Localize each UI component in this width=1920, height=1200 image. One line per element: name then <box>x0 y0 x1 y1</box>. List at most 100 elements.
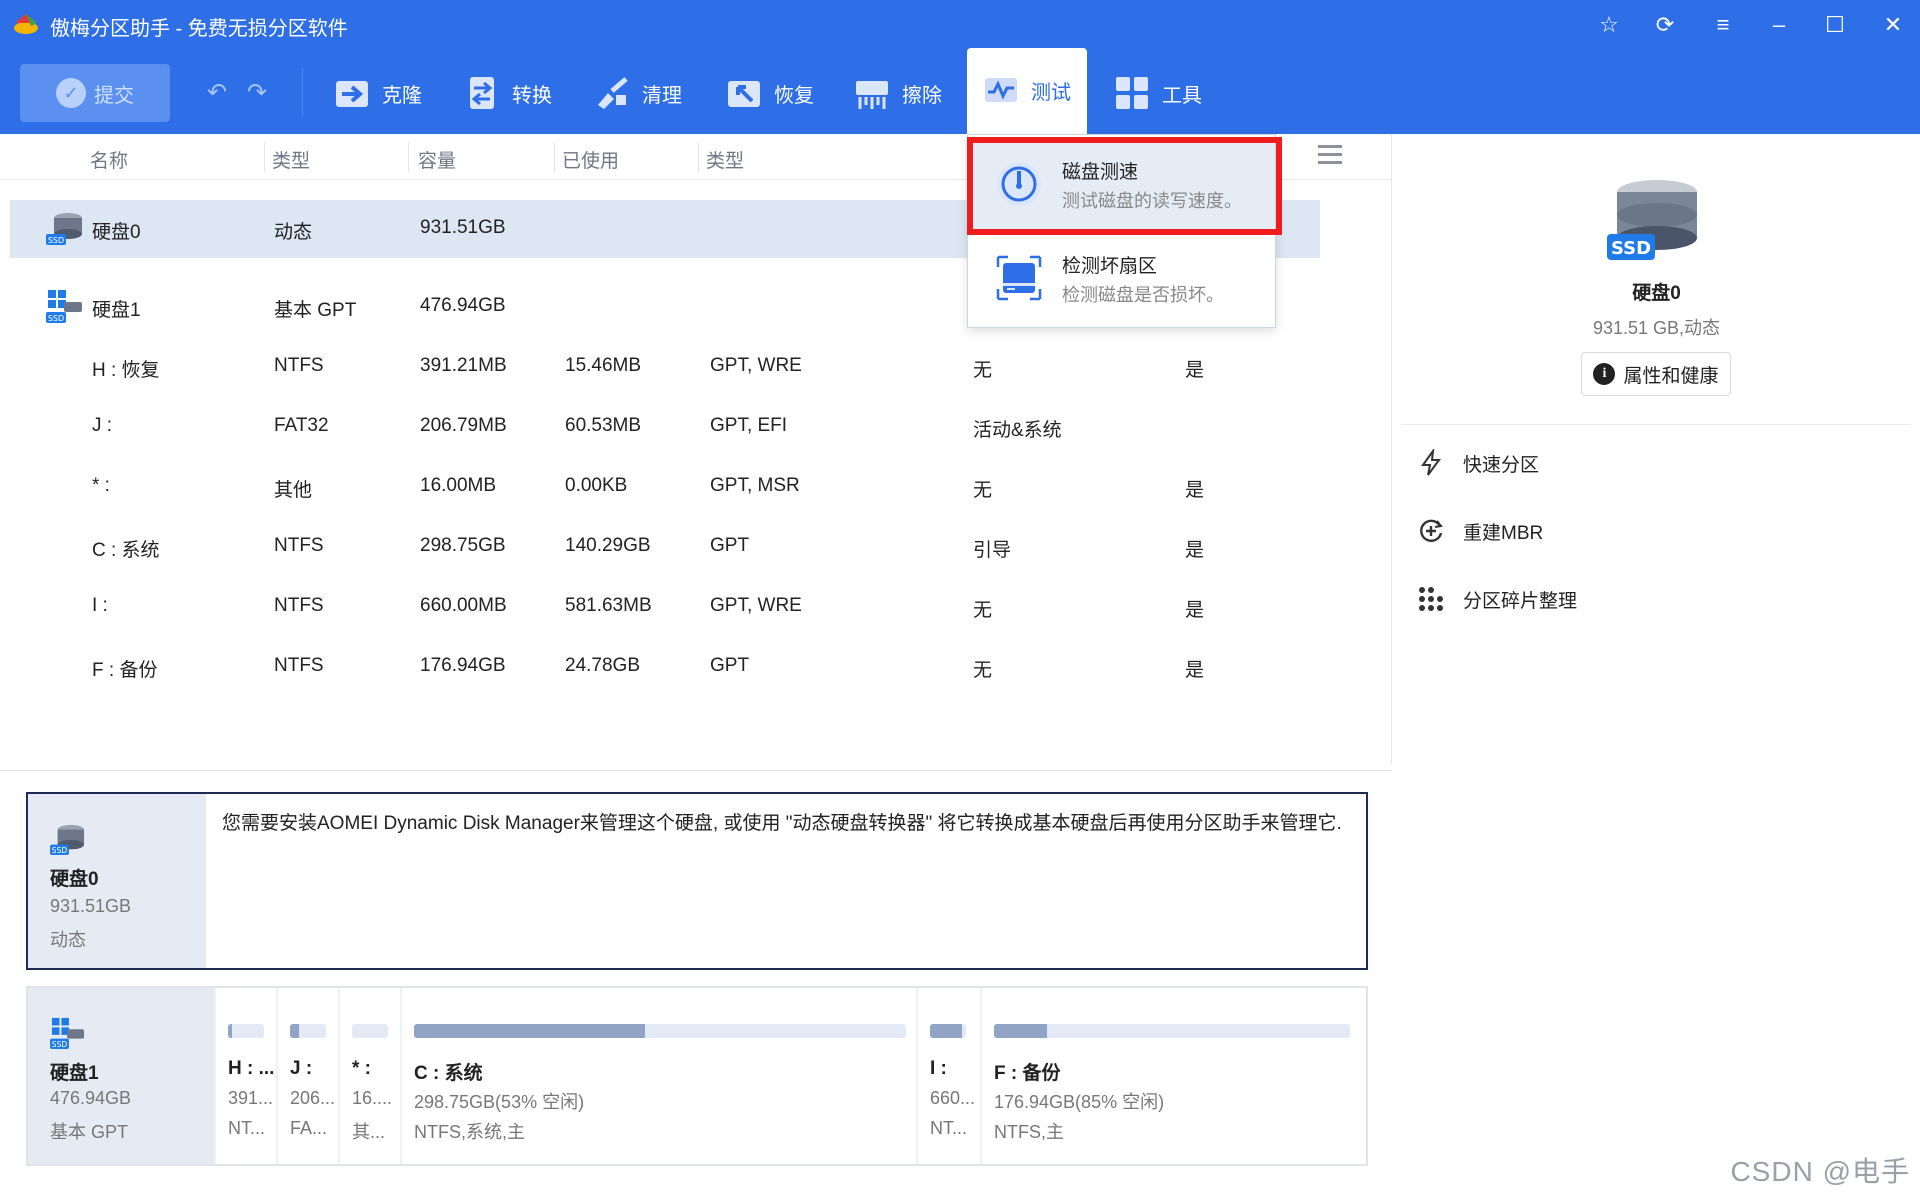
tool-test-label: 测试 <box>1031 81 1071 104</box>
disk-description: 931.51 GB,动态 <box>1592 318 1721 338</box>
favorite-icon[interactable]: ☆ <box>1592 10 1626 40</box>
redo-icon[interactable]: ↷ <box>242 78 272 108</box>
partition-block[interactable]: I : 660... NT... <box>916 988 980 1164</box>
menu-icon[interactable]: ≡ <box>1706 10 1740 40</box>
partition-capacity: 176.94GB <box>420 655 506 676</box>
maximize-button[interactable]: ☐ <box>1818 10 1852 40</box>
partition-row[interactable]: * : 其他 16.00MB 0.00KB GPT, MSR 无 是 <box>10 458 1320 516</box>
partition-ptype: GPT <box>710 655 750 676</box>
partition-used: 15.46MB <box>565 355 642 376</box>
tool-wipe[interactable]: 擦除 <box>854 72 942 114</box>
tool-clean[interactable]: 清理 <box>594 72 682 114</box>
tool-restore-label: 恢复 <box>774 84 814 107</box>
action-rebuild-mbr[interactable]: 重建MBR <box>1417 514 1543 548</box>
partition-flag: 是 <box>1185 660 1205 681</box>
partition-block[interactable]: C : 系统 298.75GB(53% 空闲) NTFS,系统,主 <box>400 988 916 1164</box>
column-name[interactable]: 名称 <box>90 146 128 173</box>
partition-fs: NT... <box>930 1118 968 1138</box>
partition-row[interactable]: I : NTFS 660.00MB 581.63MB GPT, WRE 无 是 <box>10 578 1320 636</box>
svg-text:SSD: SSD <box>48 314 64 323</box>
partition-flag: 是 <box>1185 540 1205 561</box>
column-capacity[interactable]: 容量 <box>418 146 456 173</box>
partition-used: 581.63MB <box>565 595 652 616</box>
window-title: 傲梅分区助手 - 免费无损分区软件 <box>50 18 348 40</box>
ssd-disk-large-icon: SSD <box>1607 180 1697 260</box>
submit-button[interactable]: ✓ 提交 <box>20 64 170 122</box>
partition-fs: 其他 <box>274 480 313 501</box>
column-used[interactable]: 已使用 <box>562 146 619 173</box>
windows-ssd-disk-icon: SSD <box>46 290 82 323</box>
menu-item-bad-sector[interactable]: 检测坏扇区 检测磁盘是否损坏。 <box>968 233 1275 327</box>
partition-status: 活动&系统 <box>973 420 1062 441</box>
properties-health-button[interactable]: i 属性和健康 <box>1581 352 1731 396</box>
partition-block[interactable]: H : ... 391... NT... <box>214 988 276 1164</box>
partition-size: 176.94GB(85% 空闲) <box>994 1092 1165 1112</box>
tool-clone[interactable]: 克隆 <box>334 72 422 114</box>
partition-status: 无 <box>973 480 993 501</box>
check-icon: ✓ <box>56 78 86 108</box>
disk-map-panel: SSD 硬盘1 476.94GB 基本 GPT H : ... 391... N… <box>26 986 1368 1166</box>
partition-name: * : <box>92 475 110 496</box>
column-settings-icon[interactable] <box>1318 144 1342 166</box>
partition-row[interactable]: J : FAT32 206.79MB 60.53MB GPT, EFI 活动&系… <box>10 398 1320 456</box>
partition-block[interactable]: J : 206... FA... <box>276 988 338 1164</box>
column-divider <box>698 142 699 172</box>
title-bar: 傲梅分区助手 - 免费无损分区软件 ☆ ⟳ ≡ – ☐ ✕ <box>0 0 1920 50</box>
tool-convert-label: 转换 <box>512 84 552 107</box>
column-ptype[interactable]: 类型 <box>706 146 744 173</box>
right-panel: SSD 硬盘0 931.51 GB,动态 i 属性和健康 快速分区 重建MBR … <box>1393 134 1920 1200</box>
partition-block[interactable]: F : 备份 176.94GB(85% 空闲) NTFS,主 <box>980 988 1366 1164</box>
action-quick-partition[interactable]: 快速分区 <box>1417 446 1539 480</box>
clone-icon <box>336 81 368 107</box>
undo-icon[interactable]: ↶ <box>202 78 232 108</box>
disk-info-panel[interactable]: SSD 硬盘0 931.51GB 动态 您需要安装AOMEI Dynamic D… <box>26 792 1368 970</box>
svg-text:SSD: SSD <box>52 1040 68 1049</box>
tool-wipe-label: 擦除 <box>902 84 942 107</box>
column-type[interactable]: 类型 <box>272 146 310 173</box>
partition-size: 298.75GB(53% 空闲) <box>414 1092 585 1112</box>
disk-type: 基本 GPT <box>274 300 357 321</box>
minimize-button[interactable]: – <box>1762 10 1796 40</box>
usage-bar-fill <box>994 1024 1048 1038</box>
disk-capacity: 931.51GB <box>420 217 506 238</box>
action-label: 重建MBR <box>1463 522 1544 544</box>
partition-size: 206... <box>290 1088 336 1108</box>
partition-row[interactable]: C : 系统 NTFS 298.75GB 140.29GB GPT 引导 是 <box>10 518 1320 576</box>
partition-capacity: 660.00MB <box>420 595 507 616</box>
right-panel-divider <box>1401 424 1911 425</box>
partition-row[interactable]: F : 备份 NTFS 176.94GB 24.78GB GPT 无 是 <box>10 638 1320 696</box>
usage-bar-fill <box>290 1024 299 1038</box>
lightning-icon <box>1421 449 1441 476</box>
disk-name: 硬盘0 <box>1632 283 1681 304</box>
panel-splitter[interactable] <box>0 770 1392 771</box>
submit-label: 提交 <box>94 84 134 107</box>
column-divider <box>264 142 265 172</box>
close-button[interactable]: ✕ <box>1876 10 1910 40</box>
partition-fs: NTFS <box>274 535 324 556</box>
partition-fs: NTFS,系统,主 <box>414 1122 525 1142</box>
info-icon: i <box>1593 363 1616 385</box>
partition-ptype: GPT, WRE <box>710 355 802 376</box>
partition-capacity: 298.75GB <box>420 535 506 556</box>
partition-fs: NT... <box>228 1118 266 1138</box>
partition-row[interactable]: H : 恢复 NTFS 391.21MB 15.46MB GPT, WRE 无 … <box>10 338 1320 396</box>
tool-clean-label: 清理 <box>642 84 682 107</box>
partition-ptype: GPT, MSR <box>710 475 800 496</box>
menu-item-title: 检测坏扇区 <box>1062 256 1158 277</box>
partition-block[interactable]: * : 16.... 其... <box>338 988 400 1164</box>
action-defrag[interactable]: 分区碎片整理 <box>1417 582 1577 616</box>
disk-map-summary[interactable]: SSD 硬盘1 476.94GB 基本 GPT <box>28 988 214 1164</box>
tool-convert[interactable]: 转换 <box>464 72 552 114</box>
partition-fs: 其... <box>352 1122 386 1142</box>
usage-bar <box>290 1024 326 1038</box>
menu-item-subtitle: 检测磁盘是否损坏。 <box>1062 285 1224 305</box>
tool-test[interactable]: 测试 <box>967 48 1087 136</box>
usage-bar <box>994 1024 1350 1038</box>
refresh-icon[interactable]: ⟳ <box>1648 10 1682 40</box>
partition-name: F : 备份 <box>994 1063 1061 1084</box>
tool-tools[interactable]: 工具 <box>1114 72 1202 114</box>
tool-restore[interactable]: 恢复 <box>726 72 814 114</box>
partition-name: H : 恢复 <box>92 360 160 381</box>
tool-tools-label: 工具 <box>1162 84 1202 107</box>
disk-size: 931.51GB <box>50 896 132 916</box>
